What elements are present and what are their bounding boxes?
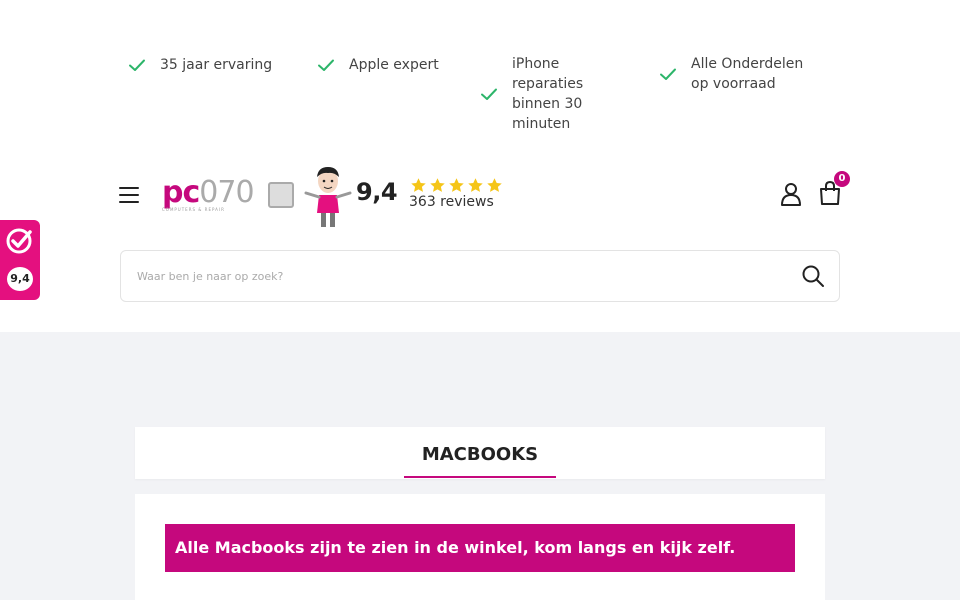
- usp-item: Apple expert: [315, 54, 439, 76]
- check-icon: [478, 83, 500, 105]
- rating-score: 9,4: [356, 178, 398, 206]
- tab-bar: MACBOOKS: [135, 427, 825, 479]
- site-logo[interactable]: pc070 COMPUTERS & REPAIR: [162, 178, 266, 213]
- star-icon: [430, 178, 445, 192]
- star-icon: [411, 178, 426, 192]
- tab-macbooks[interactable]: MACBOOKS: [404, 427, 556, 479]
- user-icon[interactable]: [780, 182, 802, 206]
- active-tab-indicator: [404, 476, 556, 478]
- rating-stars: [410, 177, 503, 194]
- content-card: Alle Macbooks zijn te zien in de winkel,…: [135, 494, 825, 600]
- check-icon: [315, 54, 337, 76]
- star-icon: [468, 178, 483, 192]
- logo-number: 070: [199, 175, 254, 210]
- side-rating-score: 9,4: [7, 267, 33, 291]
- usp-bar: 35 jaar ervaring Apple expert iPhone rep…: [0, 0, 960, 160]
- usp-item: Alle Onderdelen op voorraad: [657, 54, 821, 94]
- cart-count-badge: 0: [834, 171, 850, 187]
- search-input[interactable]: [137, 251, 777, 301]
- hamburger-menu-icon[interactable]: [119, 187, 139, 203]
- logo-emblem-icon: [268, 182, 294, 208]
- main-content: MACBOOKS Alle Macbooks zijn te zien in d…: [0, 332, 960, 600]
- logo-pc: pc: [162, 175, 200, 210]
- usp-label: 35 jaar ervaring: [160, 57, 273, 73]
- usp-label: iPhone reparaties binnen 30 minuten: [512, 56, 584, 132]
- kiyoh-check-icon: [5, 227, 33, 255]
- logo-wordmark: pc070: [162, 178, 266, 208]
- usp-label: Alle Onderdelen op voorraad: [691, 56, 804, 92]
- usp-item: iPhone reparaties binnen 30 minuten: [478, 54, 602, 134]
- side-rating-widget[interactable]: 9,4: [0, 220, 40, 300]
- star-icon: [487, 178, 502, 192]
- search-bar: [120, 250, 840, 302]
- check-icon: [126, 54, 148, 76]
- search-icon[interactable]: [801, 264, 825, 288]
- site-header: pc070 COMPUTERS & REPAIR 9,4 363 reviews: [0, 160, 960, 332]
- reviews-link[interactable]: 363 reviews: [409, 194, 494, 210]
- star-icon: [449, 178, 464, 192]
- mascot-illustration: [302, 163, 354, 229]
- usp-item: 35 jaar ervaring: [126, 54, 272, 76]
- info-banner: Alle Macbooks zijn te zien in de winkel,…: [165, 524, 795, 572]
- usp-label: Apple expert: [349, 57, 439, 73]
- check-icon: [657, 63, 679, 85]
